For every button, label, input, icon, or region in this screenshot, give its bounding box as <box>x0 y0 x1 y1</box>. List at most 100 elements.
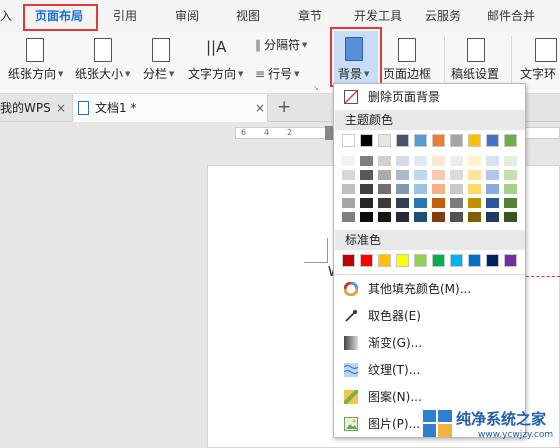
theme-shade-swatch[interactable] <box>378 198 391 208</box>
theme-shade-swatch[interactable] <box>378 184 391 194</box>
text-wrap-button[interactable]: 文字环 <box>520 65 556 82</box>
theme-shade-swatch[interactable] <box>360 212 373 222</box>
more-fill-colors-item[interactable]: 其他填充颜色(M)... <box>334 276 525 302</box>
theme-shade-swatch[interactable] <box>450 156 463 166</box>
manuscript-setup-button[interactable]: 稿纸设置 <box>451 65 499 82</box>
theme-shade-swatch[interactable] <box>342 170 355 180</box>
theme-color-swatch[interactable] <box>450 134 463 147</box>
theme-shade-swatch[interactable] <box>504 156 517 166</box>
theme-shade-swatch[interactable] <box>486 212 499 222</box>
theme-shade-swatch[interactable] <box>504 184 517 194</box>
standard-color-swatch[interactable] <box>342 254 355 267</box>
theme-shade-swatch[interactable] <box>414 156 427 166</box>
standard-color-swatch[interactable] <box>396 254 409 267</box>
standard-color-swatch[interactable] <box>360 254 373 267</box>
text-direction-button[interactable]: 文字方向 ▼ <box>188 65 243 82</box>
menu-tab-review[interactable]: 审阅 <box>175 0 199 32</box>
standard-color-swatch[interactable] <box>432 254 445 267</box>
theme-shade-swatch[interactable] <box>486 184 499 194</box>
theme-shade-swatch[interactable] <box>468 212 481 222</box>
theme-shade-swatch[interactable] <box>360 170 373 180</box>
menu-tab-cloud[interactable]: 云服务 <box>425 0 461 32</box>
paper-orientation-button[interactable]: 纸张方向 ▼ <box>8 65 63 82</box>
menu-tab-insert[interactable]: 入 <box>0 0 12 32</box>
theme-shade-swatch[interactable] <box>342 198 355 208</box>
menu-tab-mail-merge[interactable]: 邮件合并 <box>487 0 535 32</box>
standard-color-swatch[interactable] <box>486 254 499 267</box>
page-border-button[interactable]: 页面边框 <box>383 65 431 82</box>
gradient-item[interactable]: 渐变(G)... <box>334 330 525 356</box>
theme-color-swatch[interactable] <box>504 134 517 147</box>
indent-marker[interactable] <box>325 126 333 140</box>
theme-color-swatch[interactable] <box>360 134 373 147</box>
theme-shade-swatch[interactable] <box>504 198 517 208</box>
theme-color-swatch[interactable] <box>468 134 481 147</box>
theme-shade-swatch[interactable] <box>486 170 499 180</box>
theme-shade-swatch[interactable] <box>504 212 517 222</box>
theme-shade-swatch[interactable] <box>342 184 355 194</box>
theme-color-swatch[interactable] <box>378 134 391 147</box>
standard-color-swatch[interactable] <box>504 254 517 267</box>
theme-shade-swatch[interactable] <box>504 170 517 180</box>
tab-document-1-label: 文档1 * <box>95 101 137 115</box>
theme-shade-swatch[interactable] <box>450 170 463 180</box>
theme-shade-swatch[interactable] <box>432 198 445 208</box>
theme-color-swatch[interactable] <box>342 134 355 147</box>
theme-shade-swatch[interactable] <box>342 212 355 222</box>
theme-shade-swatch[interactable] <box>468 156 481 166</box>
theme-color-swatch[interactable] <box>486 134 499 147</box>
paper-size-button[interactable]: 纸张大小 ▼ <box>75 65 130 82</box>
theme-shade-swatch[interactable] <box>486 198 499 208</box>
theme-shade-swatch[interactable] <box>378 170 391 180</box>
theme-shade-swatch[interactable] <box>450 198 463 208</box>
tab-my-wps[interactable]: 我的WPS <box>0 94 51 122</box>
close-icon[interactable]: × <box>56 94 66 122</box>
line-number-button[interactable]: ≡ 行号 ▼ <box>255 65 299 82</box>
columns-button[interactable]: 分栏 ▼ <box>143 65 174 82</box>
standard-color-swatch[interactable] <box>468 254 481 267</box>
background-dropdown-menu: 删除页面背景 主题颜色 标准色 其他填充颜色(M)... 取色器(E) 渐变(G… <box>333 83 526 438</box>
separator-button[interactable]: ∥ 分隔符 ▼ <box>255 36 307 53</box>
standard-color-swatch[interactable] <box>378 254 391 267</box>
theme-shade-swatch[interactable] <box>468 184 481 194</box>
theme-shade-swatch[interactable] <box>468 170 481 180</box>
theme-shade-swatch[interactable] <box>414 170 427 180</box>
theme-shade-swatch[interactable] <box>396 156 409 166</box>
add-tab-icon[interactable]: + <box>277 93 291 121</box>
theme-shade-swatch[interactable] <box>378 156 391 166</box>
theme-shade-swatch[interactable] <box>396 212 409 222</box>
theme-shade-swatch[interactable] <box>414 212 427 222</box>
eyedropper-item[interactable]: 取色器(E) <box>334 303 525 329</box>
theme-shade-swatch[interactable] <box>396 184 409 194</box>
theme-shade-swatch[interactable] <box>414 184 427 194</box>
texture-item[interactable]: 纹理(T)... <box>334 357 525 383</box>
theme-shade-swatch[interactable] <box>450 184 463 194</box>
close-icon[interactable]: × <box>255 94 265 122</box>
theme-shade-swatch[interactable] <box>396 170 409 180</box>
theme-shade-swatch[interactable] <box>486 156 499 166</box>
theme-shade-swatch[interactable] <box>432 212 445 222</box>
theme-shade-swatch[interactable] <box>396 198 409 208</box>
theme-shade-swatch[interactable] <box>378 212 391 222</box>
standard-color-swatch[interactable] <box>450 254 463 267</box>
menu-tab-references[interactable]: 引用 <box>113 0 137 32</box>
theme-shade-swatch[interactable] <box>432 184 445 194</box>
theme-shade-swatch[interactable] <box>414 198 427 208</box>
theme-color-swatch[interactable] <box>396 134 409 147</box>
theme-color-swatch[interactable] <box>432 134 445 147</box>
theme-shade-swatch[interactable] <box>360 184 373 194</box>
menu-tab-chapter[interactable]: 章节 <box>298 0 322 32</box>
theme-shade-swatch[interactable] <box>360 198 373 208</box>
theme-color-swatch[interactable] <box>414 134 427 147</box>
menu-tab-view[interactable]: 视图 <box>236 0 260 32</box>
remove-background-item[interactable]: 删除页面背景 <box>334 84 525 110</box>
theme-shade-swatch[interactable] <box>342 156 355 166</box>
theme-shade-swatch[interactable] <box>432 170 445 180</box>
theme-shade-swatch[interactable] <box>432 156 445 166</box>
theme-shade-swatch[interactable] <box>360 156 373 166</box>
columns-icon <box>152 38 170 62</box>
theme-shade-swatch[interactable] <box>468 198 481 208</box>
standard-color-swatch[interactable] <box>414 254 427 267</box>
theme-shade-swatch[interactable] <box>450 212 463 222</box>
dialog-launcher-icon[interactable]: ↘ <box>313 84 319 92</box>
